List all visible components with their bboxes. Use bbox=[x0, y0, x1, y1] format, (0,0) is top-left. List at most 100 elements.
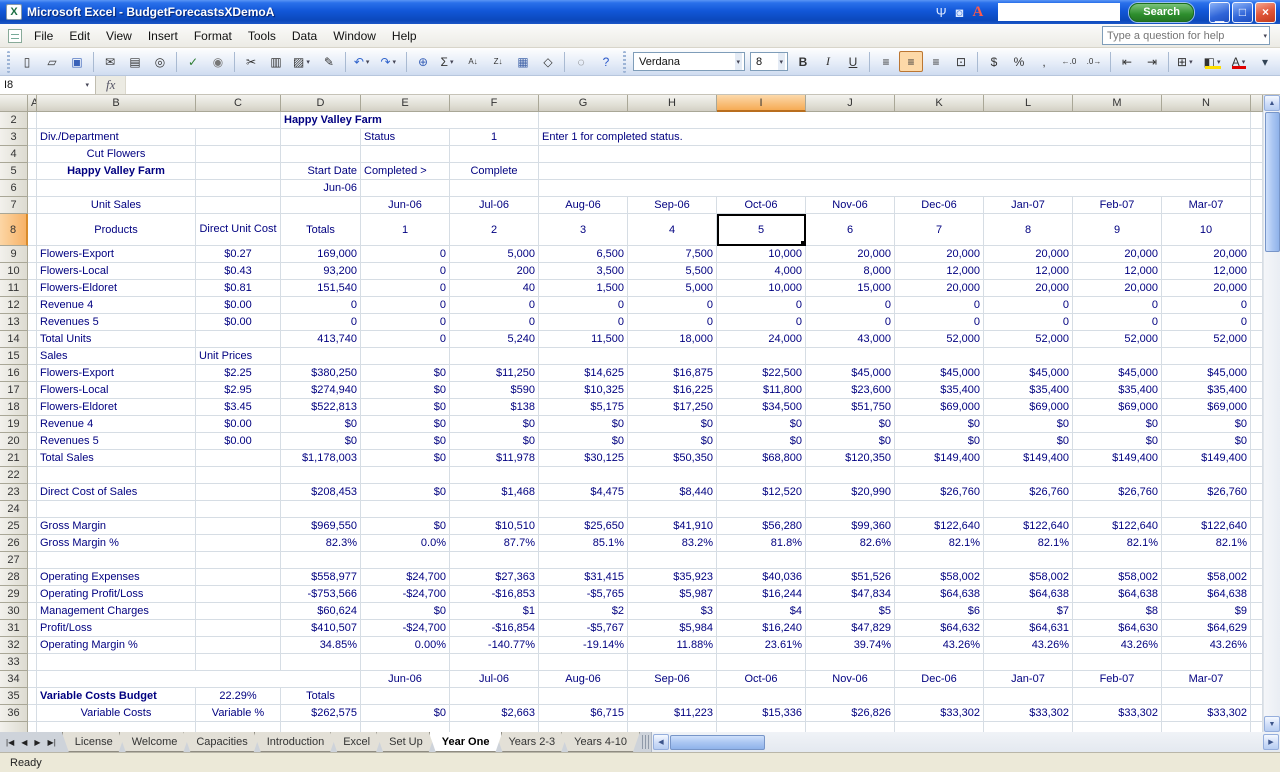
cell-K33[interactable] bbox=[895, 654, 984, 671]
row-header-5[interactable]: 5 bbox=[0, 163, 28, 180]
cell-K30[interactable]: $6 bbox=[895, 603, 984, 620]
cell-C27[interactable] bbox=[196, 552, 281, 569]
column-header-J[interactable]: J bbox=[806, 95, 895, 112]
cell-I23[interactable]: $12,520 bbox=[717, 484, 806, 501]
cell-F22[interactable] bbox=[450, 467, 539, 484]
cell-K26[interactable]: 82.1% bbox=[895, 535, 984, 552]
cell-M18[interactable]: $69,000 bbox=[1073, 399, 1162, 416]
decrease-indent-button[interactable]: ⇤ bbox=[1115, 51, 1139, 72]
cell-G27[interactable] bbox=[539, 552, 628, 569]
cell-B17[interactable]: Flowers-Local bbox=[37, 382, 196, 399]
cell-G34[interactable]: Aug-06 bbox=[539, 671, 628, 688]
cell-C30[interactable] bbox=[196, 603, 281, 620]
cell-F13[interactable]: 0 bbox=[450, 314, 539, 331]
sort-asc-icon[interactable]: A↓ bbox=[461, 51, 485, 72]
cell-J20[interactable]: $0 bbox=[806, 433, 895, 450]
cell-F29[interactable]: -$16,853 bbox=[450, 586, 539, 603]
cell-I33[interactable] bbox=[717, 654, 806, 671]
cell-A13[interactable] bbox=[28, 314, 37, 331]
cell-H11[interactable]: 5,000 bbox=[628, 280, 717, 297]
cell-E16[interactable]: $0 bbox=[361, 365, 450, 382]
cell-D25[interactable]: $969,550 bbox=[281, 518, 361, 535]
cell-E23[interactable]: $0 bbox=[361, 484, 450, 501]
cell-C31[interactable] bbox=[196, 620, 281, 637]
cell-F9[interactable]: 5,000 bbox=[450, 246, 539, 263]
cell-J22[interactable] bbox=[806, 467, 895, 484]
cell-E18[interactable]: $0 bbox=[361, 399, 450, 416]
cell-I25[interactable]: $56,280 bbox=[717, 518, 806, 535]
cell-J27[interactable] bbox=[806, 552, 895, 569]
cell-E7[interactable]: Jun-06 bbox=[361, 197, 450, 214]
undo-icon[interactable]: ↶ ▾ bbox=[350, 51, 376, 72]
cell-C4[interactable] bbox=[196, 146, 281, 163]
cell-C28[interactable] bbox=[196, 569, 281, 586]
cell-I29[interactable]: $16,244 bbox=[717, 586, 806, 603]
cell-L24[interactable] bbox=[984, 501, 1073, 518]
cell-K23[interactable]: $26,760 bbox=[895, 484, 984, 501]
cell-M32[interactable]: 43.26% bbox=[1073, 637, 1162, 654]
cell-D21[interactable]: $1,178,003 bbox=[281, 450, 361, 467]
cell-H12[interactable]: 0 bbox=[628, 297, 717, 314]
cell-H24[interactable] bbox=[628, 501, 717, 518]
cell-B12[interactable]: Revenue 4 bbox=[37, 297, 196, 314]
column-header-E[interactable]: E bbox=[361, 95, 450, 112]
cell-D7[interactable] bbox=[281, 197, 361, 214]
sort-desc-icon[interactable]: Z↓ bbox=[486, 51, 510, 72]
borders-button[interactable]: ⊞ ▾ bbox=[1173, 51, 1199, 72]
cell-I34[interactable]: Oct-06 bbox=[717, 671, 806, 688]
vertical-scroll-thumb[interactable] bbox=[1264, 112, 1280, 252]
search-input[interactable] bbox=[998, 3, 1121, 21]
select-all-button[interactable] bbox=[0, 95, 28, 112]
cell-F26[interactable]: 87.7% bbox=[450, 535, 539, 552]
hyperlink-icon[interactable]: ⊕ bbox=[411, 51, 435, 72]
cell-I13[interactable]: 0 bbox=[717, 314, 806, 331]
cell-E17[interactable]: $0 bbox=[361, 382, 450, 399]
cell-C8[interactable]: Direct Unit Cost bbox=[196, 214, 281, 246]
cell-K36[interactable]: $33,302 bbox=[895, 705, 984, 722]
cell-G4[interactable] bbox=[539, 146, 1251, 163]
cell-E12[interactable]: 0 bbox=[361, 297, 450, 314]
cell-A29[interactable] bbox=[28, 586, 37, 603]
cell-G33[interactable] bbox=[539, 654, 628, 671]
cell-F5[interactable]: Complete bbox=[450, 163, 539, 180]
cell-J19[interactable]: $0 bbox=[806, 416, 895, 433]
last-sheet-button[interactable]: ▶| bbox=[45, 737, 59, 748]
cell-K15[interactable] bbox=[895, 348, 984, 365]
cell-J18[interactable]: $51,750 bbox=[806, 399, 895, 416]
menu-edit[interactable]: Edit bbox=[61, 25, 98, 47]
cell-C13[interactable]: $0.00 bbox=[196, 314, 281, 331]
cell-L14[interactable]: 52,000 bbox=[984, 331, 1073, 348]
cell-A34[interactable] bbox=[28, 671, 37, 688]
cell-D19[interactable]: $0 bbox=[281, 416, 361, 433]
cell-N8[interactable]: 10 bbox=[1162, 214, 1251, 246]
cell-D27[interactable] bbox=[281, 552, 361, 569]
horizontal-scrollbar[interactable]: ◀ ▶ bbox=[650, 732, 1280, 752]
font-size-select[interactable]: 8 ▾ bbox=[750, 52, 789, 71]
sheet-tab-capacities[interactable]: Capacities bbox=[183, 732, 260, 752]
cell-D5[interactable]: Start Date bbox=[281, 163, 361, 180]
font-name-select[interactable]: Verdana ▾ bbox=[633, 52, 746, 71]
cell-A20[interactable] bbox=[28, 433, 37, 450]
cell-F11[interactable]: 40 bbox=[450, 280, 539, 297]
column-header-H[interactable]: H bbox=[628, 95, 717, 112]
cell-M21[interactable]: $149,400 bbox=[1073, 450, 1162, 467]
align-left-button[interactable]: ≡ bbox=[874, 51, 898, 72]
cell-J32[interactable]: 39.74% bbox=[806, 637, 895, 654]
cell-G23[interactable]: $4,475 bbox=[539, 484, 628, 501]
cell-E22[interactable] bbox=[361, 467, 450, 484]
cell-D33[interactable] bbox=[281, 654, 361, 671]
cell-H7[interactable]: Sep-06 bbox=[628, 197, 717, 214]
cell-E30[interactable]: $0 bbox=[361, 603, 450, 620]
cell-G14[interactable]: 11,500 bbox=[539, 331, 628, 348]
column-header-M[interactable]: M bbox=[1073, 95, 1162, 112]
cell-F33[interactable] bbox=[450, 654, 539, 671]
sheet-tab-introduction[interactable]: Introduction bbox=[254, 732, 337, 752]
cell-B8[interactable]: Products bbox=[37, 214, 196, 246]
cell-G12[interactable]: 0 bbox=[539, 297, 628, 314]
cell-A23[interactable] bbox=[28, 484, 37, 501]
percent-button[interactable]: % bbox=[1007, 51, 1031, 72]
prev-sheet-button[interactable]: ◀ bbox=[18, 737, 30, 748]
cell-H20[interactable]: $0 bbox=[628, 433, 717, 450]
cell-L29[interactable]: $64,638 bbox=[984, 586, 1073, 603]
cell-N12[interactable]: 0 bbox=[1162, 297, 1251, 314]
